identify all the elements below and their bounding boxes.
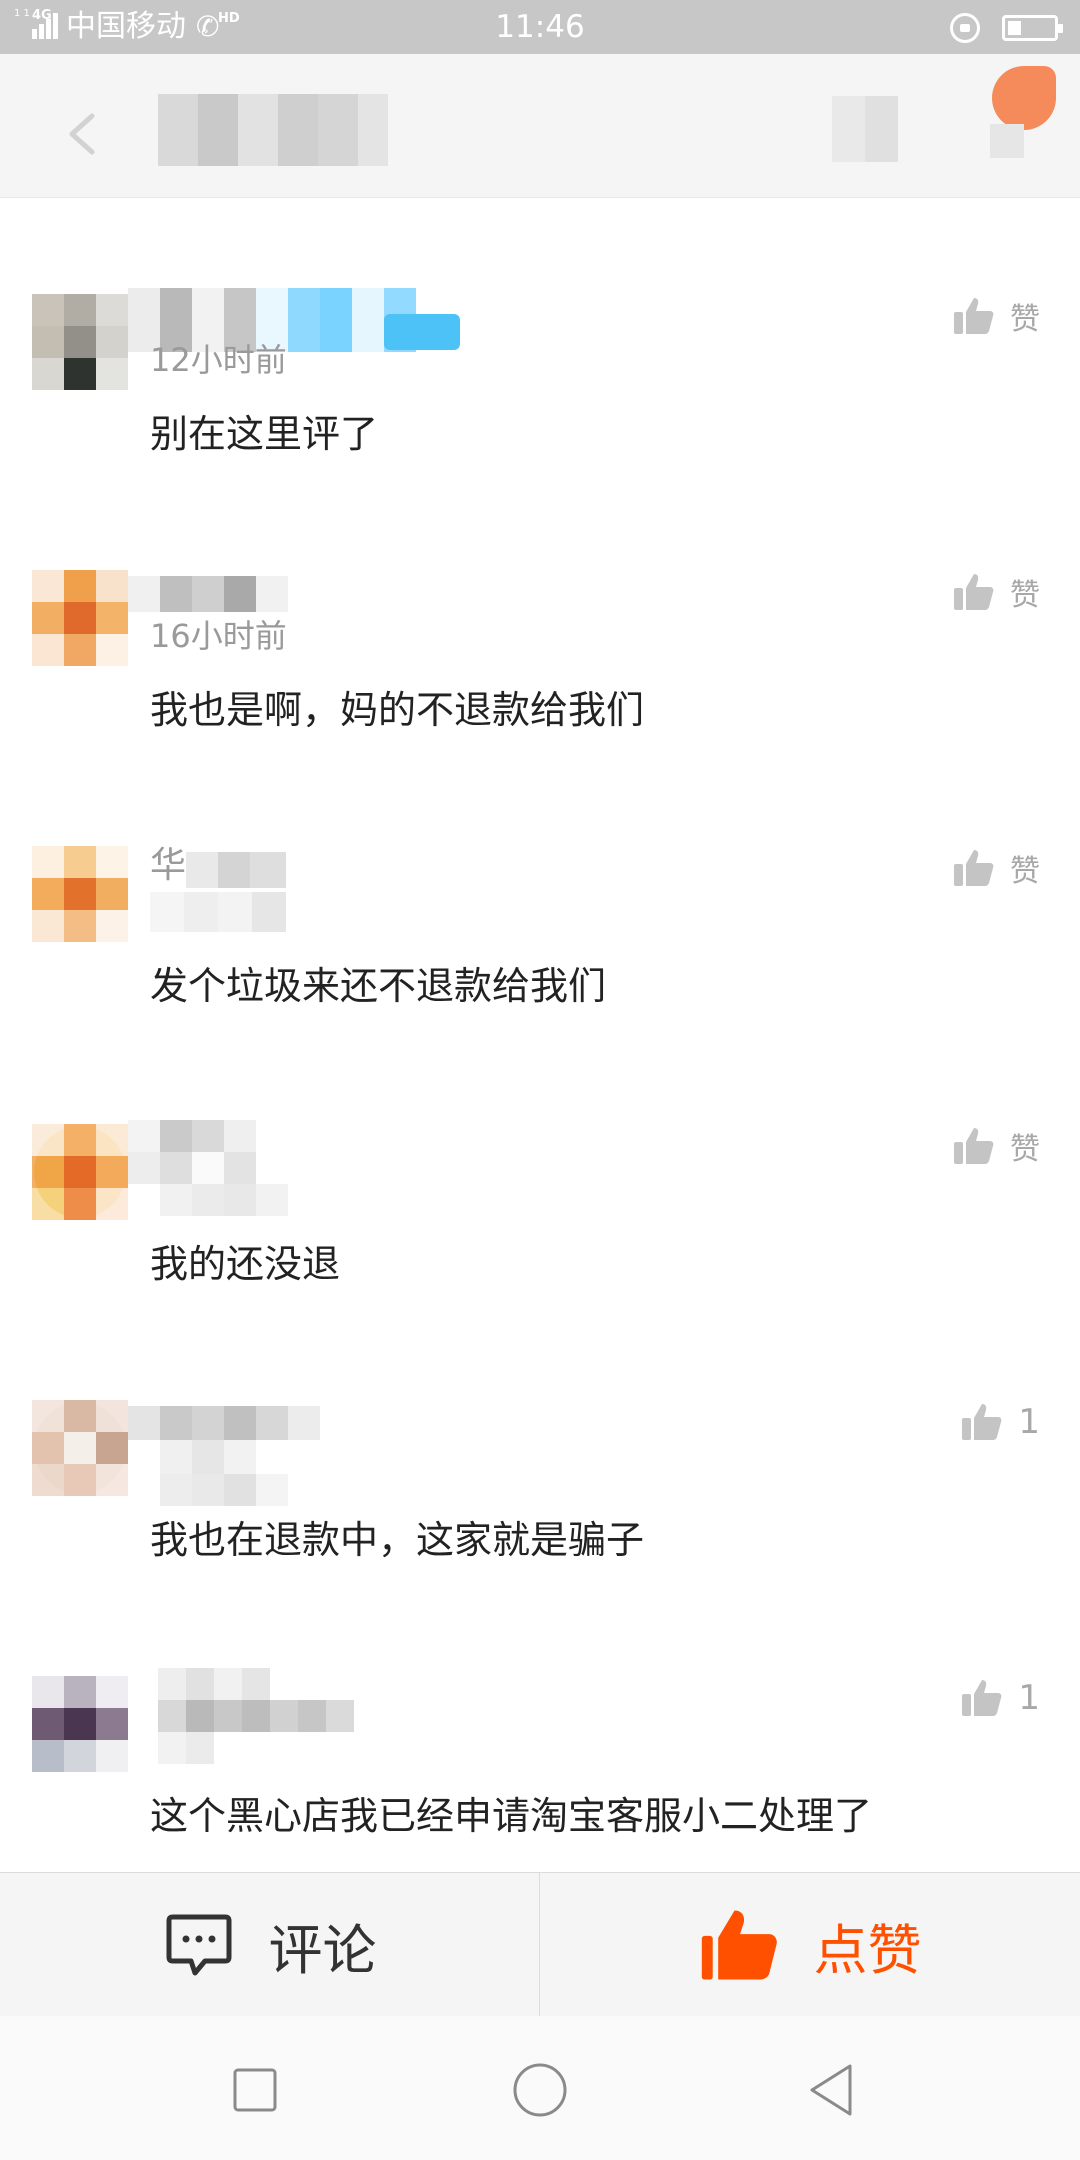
- thumbs-up-icon: [954, 298, 994, 334]
- like-post-label: 点赞: [813, 1918, 922, 1982]
- like-label: 赞: [1010, 578, 1040, 613]
- avatar[interactable]: [32, 1676, 128, 1772]
- like-post-button[interactable]: 点赞: [541, 1873, 1080, 2017]
- username-blurred: [128, 1120, 288, 1216]
- page-title-blurred: [158, 94, 388, 166]
- thumbs-up-icon: [954, 850, 994, 886]
- comment-item: 12小时前 别在这里评了 赞: [0, 270, 1080, 520]
- bottom-action-bar: 评论 点赞: [0, 1872, 1080, 2017]
- thumbs-up-icon: [962, 1680, 1002, 1716]
- comment-item: 我的还没退 赞: [0, 1100, 1080, 1350]
- like-button[interactable]: 赞: [952, 838, 1040, 898]
- comment-button-label: 评论: [268, 1918, 377, 1982]
- comment-time-text: 12小时前: [150, 341, 287, 379]
- avatar[interactable]: [32, 846, 128, 942]
- comment-text: 别在这里评了: [150, 412, 379, 456]
- comment-text: 我也是啊，妈的不退款给我们: [150, 688, 645, 732]
- thumbs-up-filled-icon: [701, 1910, 777, 1980]
- avatar[interactable]: [32, 1400, 128, 1496]
- like-label: 赞: [1010, 1132, 1040, 1167]
- title-bar: [0, 54, 1080, 198]
- avatar[interactable]: [32, 1124, 128, 1220]
- comment-text: 我的还没退: [150, 1242, 341, 1286]
- triangle-back-icon: [810, 2064, 852, 2116]
- comment-item: 我也在退款中，这家就是骗子 1: [0, 1376, 1080, 1626]
- like-button[interactable]: 赞: [952, 562, 1040, 622]
- back-button[interactable]: [48, 98, 120, 170]
- home-button[interactable]: [510, 2060, 570, 2120]
- like-count: 1: [1018, 1678, 1040, 1718]
- battery-level: [1008, 21, 1021, 35]
- thumbs-up-icon: [962, 1404, 1002, 1440]
- comment-text: 这个黑心店我已经申请淘宝客服小二处理了: [150, 1794, 873, 1838]
- battery-icon: [1002, 15, 1063, 41]
- status-bar: 1 1 4G 中国移动 ✆ HD 11:46: [0, 0, 1080, 54]
- username-blurred: [186, 852, 286, 888]
- like-count: 1: [1018, 1402, 1040, 1442]
- thumbs-up-icon: [954, 1128, 994, 1164]
- like-button[interactable]: 1: [960, 1392, 1040, 1452]
- like-button[interactable]: 赞: [952, 1116, 1040, 1176]
- recent-apps-button[interactable]: [225, 2060, 285, 2120]
- like-button[interactable]: 1: [960, 1668, 1040, 1728]
- corner-avatar[interactable]: [992, 66, 1056, 130]
- comment-item: 这个黑心店我已经申请淘宝客服小二处理了 1: [0, 1652, 1080, 1902]
- username-blurred: [128, 576, 288, 612]
- menu-icon-blurred[interactable]: [832, 96, 898, 162]
- username-fragment: 华: [150, 845, 187, 886]
- like-label: 赞: [1010, 302, 1040, 337]
- username-blurred: [128, 1406, 320, 1506]
- rotation-lock-icon: [950, 13, 980, 43]
- comment-text: 发个垃圾来还不退款给我们: [150, 964, 607, 1008]
- avatar[interactable]: [32, 570, 128, 666]
- comment-bubble-icon: [166, 1914, 231, 1976]
- circle-icon: [513, 2063, 567, 2117]
- username-blurred: [158, 1668, 354, 1764]
- like-label: 赞: [1010, 854, 1040, 889]
- like-button[interactable]: 赞: [952, 286, 1040, 346]
- comment-button[interactable]: 评论: [0, 1873, 540, 2017]
- avatar[interactable]: [32, 294, 128, 390]
- comment-time-blurred: [150, 892, 286, 932]
- chevron-left-icon: [69, 113, 95, 155]
- system-nav-bar: [0, 2016, 1080, 2160]
- thumbs-up-icon: [954, 574, 994, 610]
- status-clock: 11:46: [495, 9, 585, 45]
- corner-badge-blurred: [990, 124, 1024, 158]
- comment-item: 华 发个垃圾来还不退款给我们 赞: [0, 822, 1080, 1072]
- square-icon: [233, 2068, 277, 2112]
- system-back-button[interactable]: [800, 2060, 860, 2120]
- comment-item: 16小时前 我也是啊，妈的不退款给我们 赞: [0, 546, 1080, 796]
- comment-time-text: 16小时前: [150, 617, 287, 655]
- comment-text: 我也在退款中，这家就是骗子: [150, 1518, 645, 1562]
